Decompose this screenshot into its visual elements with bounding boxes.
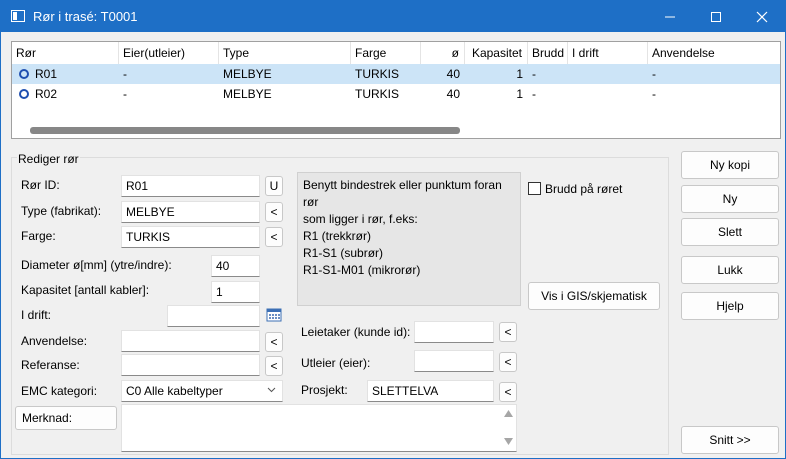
utleier-input[interactable] <box>414 350 494 372</box>
kapasitet-label: Kapasitet [antall kabler]: <box>21 283 150 297</box>
info-line: R1 (trekkrør) <box>303 229 371 243</box>
merknad-vertical-scrollbar[interactable] <box>501 405 516 451</box>
type-label: Type (fabrikat): <box>21 204 102 218</box>
brudd-label[interactable]: Brudd på røret <box>545 182 622 196</box>
table-row[interactable]: R01 - MELBYE TURKIS 40 1 - - <box>12 64 780 84</box>
col-header-type[interactable]: Type <box>219 42 351 64</box>
col-header-farge[interactable]: Farge <box>351 42 421 64</box>
close-icon <box>756 11 768 23</box>
horizontal-scrollbar-thumb[interactable] <box>30 127 460 134</box>
type-input[interactable]: MELBYE <box>121 201 260 223</box>
dialog-window: Rør i trasé: T0001 Rør Eier(utleier) Typ… <box>0 0 786 459</box>
app-icon <box>11 10 25 22</box>
utleier-label: Utleier (eier): <box>301 356 371 370</box>
cell-farge: TURKIS <box>355 87 400 101</box>
diameter-input[interactable]: 40 <box>211 255 260 277</box>
merknad-textarea[interactable] <box>121 404 517 452</box>
farge-pick-button[interactable]: < <box>265 227 283 247</box>
leietaker-pick-button[interactable]: < <box>499 322 517 342</box>
farge-input[interactable]: TURKIS <box>121 226 260 248</box>
scroll-up-icon[interactable] <box>504 410 513 417</box>
kapasitet-input[interactable]: 1 <box>211 281 260 303</box>
emc-select[interactable]: C0 Alle kabeltyper <box>121 380 283 402</box>
info-line: R1-S1 (subrør) <box>303 246 384 260</box>
cell-eier: - <box>123 67 127 81</box>
type-pick-button[interactable]: < <box>265 202 283 222</box>
col-header-idrift[interactable]: I drift <box>568 42 648 64</box>
info-box: Benytt bindestrek eller punktum foran rø… <box>297 172 521 306</box>
brudd-checkbox[interactable] <box>528 182 541 195</box>
close-button[interactable] <box>739 1 785 32</box>
ror-id-label: Rør ID: <box>21 178 60 192</box>
anvendelse-label: Anvendelse: <box>21 334 88 348</box>
table-header: Rør Eier(utleier) Type Farge ø Kapasitet… <box>12 42 780 64</box>
snitt-button[interactable]: Snitt >> <box>681 426 779 454</box>
window-title: Rør i trasé: T0001 <box>33 9 138 24</box>
prosjekt-input[interactable]: SLETTELVA <box>367 380 494 402</box>
prosjekt-pick-button[interactable]: < <box>499 382 517 402</box>
idrift-label: I drift: <box>21 308 52 322</box>
prosjekt-label: Prosjekt: <box>301 383 348 397</box>
maximize-icon <box>711 12 721 22</box>
hjelp-button[interactable]: Hjelp <box>681 292 779 320</box>
calendar-button[interactable] <box>265 306 283 324</box>
anvendelse-pick-button[interactable]: < <box>265 332 283 352</box>
cell-diameter: 40 <box>446 87 460 101</box>
cell-kapasitet: 1 <box>516 67 523 81</box>
anvendelse-input[interactable] <box>121 330 260 352</box>
minimize-button[interactable] <box>647 1 693 32</box>
table-row[interactable]: R02 - MELBYE TURKIS 40 1 - - <box>12 84 780 104</box>
referanse-label: Referanse: <box>21 358 80 372</box>
col-header-kapasitet[interactable]: Kapasitet <box>465 42 528 64</box>
info-line: R1-S1-M01 (mikrorør) <box>303 263 421 277</box>
col-header-ror[interactable]: Rør <box>12 42 119 64</box>
ny-kopi-button[interactable]: Ny kopi <box>681 151 779 179</box>
edit-group-title: Rediger rør <box>17 152 80 166</box>
slett-button[interactable]: Slett <box>681 218 779 246</box>
cell-brudd: - <box>532 87 536 101</box>
info-line: Benytt bindestrek eller punktum foran rø… <box>303 178 502 209</box>
vis-gis-button[interactable]: Vis i GIS/skjematisk <box>528 282 660 310</box>
cell-diameter: 40 <box>446 67 460 81</box>
ny-button[interactable]: Ny <box>681 185 779 213</box>
pipe-ring-icon <box>19 69 29 79</box>
emc-selected-value: C0 Alle kabeltyper <box>126 384 223 398</box>
col-header-brudd[interactable]: Brudd <box>528 42 568 64</box>
cell-ror: R02 <box>35 87 58 101</box>
chevron-down-icon <box>267 387 276 393</box>
info-line: som ligger i rør, f.eks: <box>303 212 418 226</box>
emc-label: EMC kategori: <box>21 384 98 398</box>
idrift-input[interactable] <box>167 305 260 327</box>
calendar-icon <box>266 308 282 322</box>
cell-anvendelse: - <box>652 67 656 81</box>
col-header-diameter[interactable]: ø <box>421 42 465 64</box>
ror-id-u-button[interactable]: U <box>265 176 283 196</box>
utleier-pick-button[interactable]: < <box>499 352 517 372</box>
ror-id-input[interactable]: R01 <box>121 175 260 197</box>
farge-label: Farge: <box>21 229 56 243</box>
col-header-eier[interactable]: Eier(utleier) <box>119 42 219 64</box>
diameter-label: Diameter ø[mm] (ytre/indre): <box>21 258 172 272</box>
pipe-table[interactable]: Rør Eier(utleier) Type Farge ø Kapasitet… <box>11 41 781 139</box>
minimize-icon <box>665 16 675 18</box>
cell-brudd: - <box>532 67 536 81</box>
referanse-input[interactable] <box>121 354 260 376</box>
col-header-anvendelse[interactable]: Anvendelse <box>648 42 780 64</box>
merknad-button[interactable]: Merknad: <box>15 406 117 430</box>
cell-type: MELBYE <box>223 87 272 101</box>
leietaker-label: Leietaker (kunde id): <box>301 325 411 339</box>
maximize-button[interactable] <box>693 1 739 32</box>
cell-eier: - <box>123 87 127 101</box>
cell-farge: TURKIS <box>355 67 400 81</box>
cell-kapasitet: 1 <box>516 87 523 101</box>
scroll-down-icon[interactable] <box>504 438 513 445</box>
referanse-pick-button[interactable]: < <box>265 356 283 376</box>
lukk-button[interactable]: Lukk <box>681 256 779 284</box>
cell-type: MELBYE <box>223 67 272 81</box>
cell-ror: R01 <box>35 67 58 81</box>
title-bar[interactable]: Rør i trasé: T0001 <box>1 1 785 32</box>
cell-anvendelse: - <box>652 87 656 101</box>
leietaker-input[interactable] <box>414 321 494 343</box>
pipe-ring-icon <box>19 89 29 99</box>
